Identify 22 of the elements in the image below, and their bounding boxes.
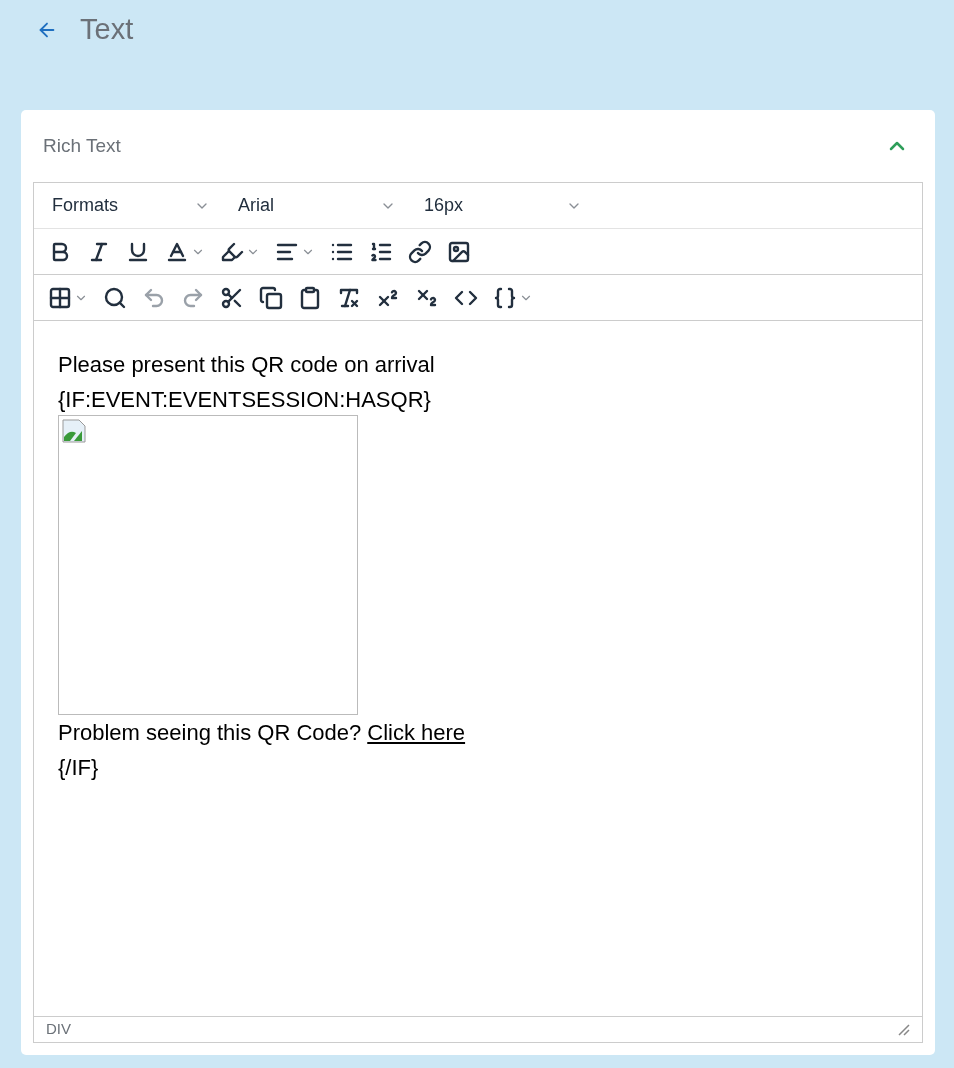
clipboard-icon [298, 285, 322, 310]
broken-image-icon [62, 419, 86, 443]
element-path: DIV [46, 1019, 71, 1040]
scissors-icon [220, 285, 244, 310]
image-icon [447, 239, 471, 264]
link[interactable]: Click here [367, 715, 466, 750]
content-text: Problem seeing this QR Code? [58, 719, 362, 747]
content-text: {IF:EVENT:EVENTSESSION:HASQR} [58, 386, 431, 414]
resize-handle-icon[interactable] [898, 1023, 910, 1036]
menu-dropdown[interactable]: 16px [414, 187, 592, 224]
copy-icon [259, 285, 283, 310]
menu-dropdown[interactable]: Formats [42, 187, 220, 224]
editor-content-area[interactable]: Please present this QR code on arrival {IF:EVENT:EVENTSESSION:HASQR} Problem seeing this QR Code? Click here {/IF} [34, 321, 922, 1016]
content-text: Please present this QR code on arrival [58, 351, 435, 379]
link-icon [408, 239, 432, 264]
braces-icon [493, 285, 517, 310]
panel-title: Rich Text [43, 133, 121, 158]
page-title: Text [80, 12, 134, 48]
table-icon [48, 285, 72, 310]
search-icon [103, 285, 127, 310]
content-text: {/IF} [58, 754, 99, 782]
menu-dropdown[interactable]: Arial [228, 187, 406, 224]
